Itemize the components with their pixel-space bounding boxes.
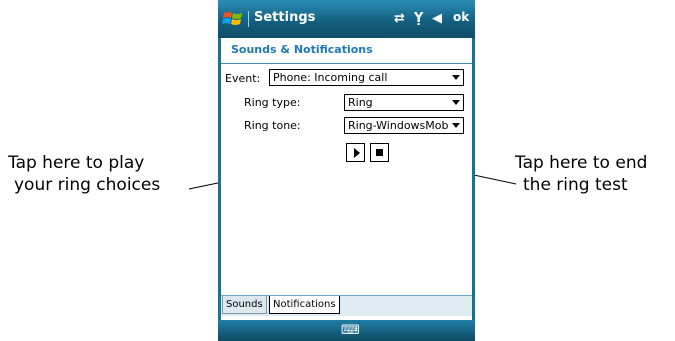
ring-tone-value: Ring-WindowsMob [348, 119, 449, 132]
stop-icon [376, 149, 383, 156]
tab-strip: Sounds Notifications [221, 295, 472, 316]
settings-panel: Sounds & Notifications Event: Phone: Inc… [221, 38, 472, 320]
window-title: Settings [254, 10, 316, 25]
title-separator [248, 11, 249, 27]
chevron-down-icon [452, 75, 460, 80]
callout-stop: Tap here to end the ring test [515, 152, 647, 196]
callout-play: Tap here to play your ring choices [8, 152, 160, 196]
chevron-down-icon [452, 123, 460, 128]
page-title: Sounds & Notifications [231, 43, 373, 56]
keyboard-icon[interactable]: ⌨ [341, 323, 360, 338]
ring-tone-dropdown[interactable]: Ring-WindowsMob [344, 117, 464, 134]
device-screen: Settings ⇄ Ỵ ◀ ok Sounds & Notifications… [218, 0, 475, 341]
tab-notifications[interactable]: Notifications [269, 296, 340, 314]
chevron-down-icon [452, 100, 460, 105]
ok-button[interactable]: ok [453, 10, 469, 24]
ring-type-dropdown[interactable]: Ring [344, 94, 464, 111]
play-button[interactable] [346, 143, 365, 162]
event-dropdown[interactable]: Phone: Incoming call [269, 69, 464, 86]
callout-stop-line1: Tap here to end [515, 153, 648, 173]
page-header: Sounds & Notifications [221, 38, 472, 64]
ring-type-label: Ring type: [244, 96, 301, 109]
event-label: Event: [225, 72, 261, 85]
signal-icon[interactable]: Ỵ [414, 11, 423, 26]
callout-play-line2: your ring choices [14, 175, 161, 195]
ring-type-value: Ring [348, 96, 373, 109]
tab-sounds-label: Sounds [226, 299, 263, 310]
windows-start-icon[interactable] [222, 9, 244, 29]
tab-sounds[interactable]: Sounds [222, 296, 267, 314]
soft-key-bar: ⌨ [218, 320, 475, 341]
connectivity-icon[interactable]: ⇄ [394, 11, 405, 26]
callout-play-line1: Tap here to play [8, 153, 145, 173]
volume-icon[interactable]: ◀ [432, 11, 442, 26]
play-icon [354, 148, 360, 158]
tab-notifications-label: Notifications [273, 299, 336, 310]
event-value: Phone: Incoming call [273, 71, 388, 84]
stop-button[interactable] [370, 143, 389, 162]
callout-stop-line2: the ring test [523, 175, 628, 195]
title-bar: Settings ⇄ Ỵ ◀ ok [218, 0, 475, 38]
ring-tone-label: Ring tone: [244, 119, 301, 132]
